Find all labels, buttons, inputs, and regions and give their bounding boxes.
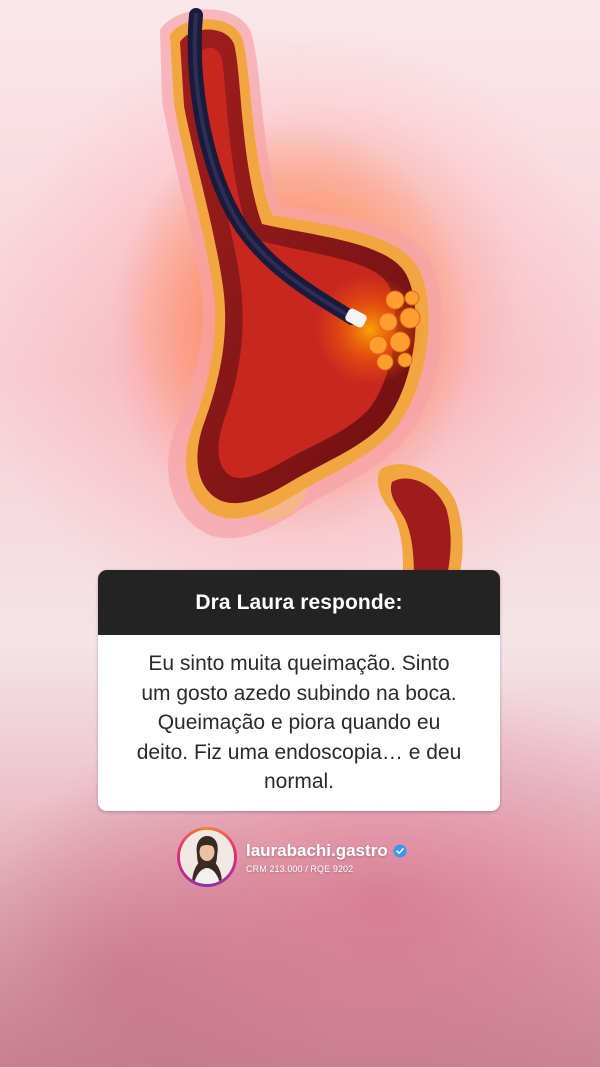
stomach-endoscopy-illustration	[120, 8, 520, 600]
profile-username[interactable]: laurabachi.gastro	[246, 841, 388, 861]
story-frame: Dra Laura responde: Eu sinto muita queim…	[0, 0, 600, 1067]
doctor-avatar-icon	[180, 830, 234, 884]
verified-badge-icon	[393, 844, 407, 858]
profile-credentials: CRM 213.000 / RQE 9202	[246, 863, 354, 874]
card-title: Dra Laura responde:	[98, 570, 500, 635]
profile-mention[interactable]: laurabachi.gastro CRM 213.000 / RQE 9202	[177, 826, 407, 888]
question-text: Eu sinto muita queimação. Sinto um gosto…	[136, 652, 462, 794]
profile-info: laurabachi.gastro CRM 213.000 / RQE 9202	[246, 841, 407, 874]
handle-row: laurabachi.gastro	[246, 841, 407, 861]
avatar-ring[interactable]	[177, 827, 237, 887]
card-body: Eu sinto muita queimação. Sinto um gosto…	[98, 635, 500, 811]
avatar	[180, 830, 234, 884]
question-card: Dra Laura responde: Eu sinto muita queim…	[98, 570, 500, 811]
